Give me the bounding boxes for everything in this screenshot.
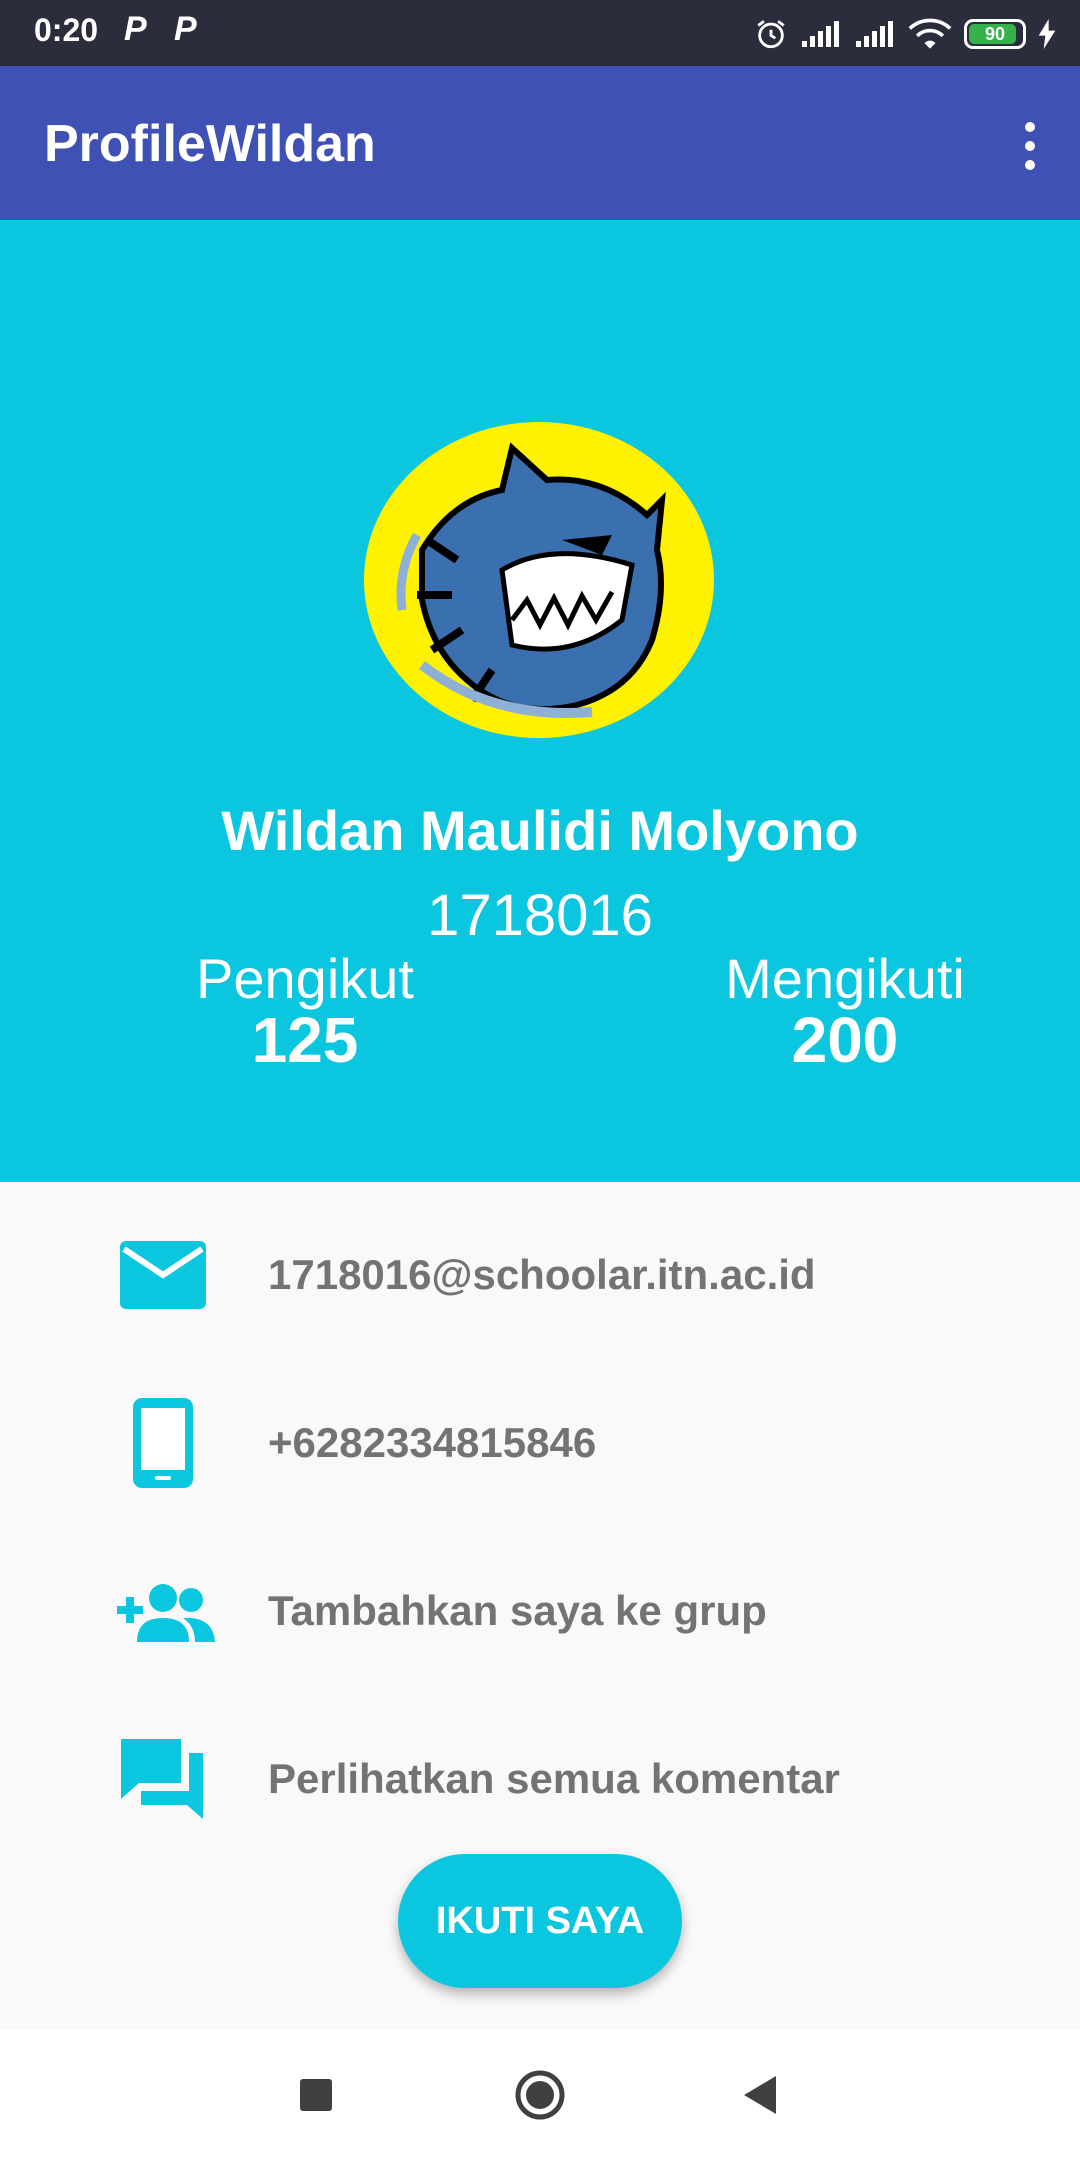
- phone-text: +6282334815846: [268, 1419, 597, 1466]
- wifi-icon: [908, 18, 952, 49]
- signal-icon: [856, 21, 893, 47]
- follow-button[interactable]: IKUTI SAYA: [398, 1854, 682, 1988]
- app-title: ProfileWildan: [44, 115, 376, 173]
- notification-p-icon: P: [174, 10, 197, 48]
- add-to-group-text: Tambahkan saya ke grup: [268, 1587, 767, 1634]
- comments-text: Perlihatkan semua komentar: [268, 1755, 840, 1802]
- group-add-icon: [110, 1556, 220, 1666]
- navigation-bar: [0, 2030, 1080, 2160]
- back-icon[interactable]: [725, 2060, 795, 2130]
- app-bar: ProfileWildan: [0, 66, 1080, 220]
- email-icon: [108, 1220, 218, 1330]
- following-stat[interactable]: Mengikuti 200: [700, 946, 990, 1077]
- add-to-group-row[interactable]: Tambahkan saya ke grup: [0, 1527, 1080, 1695]
- comments-row[interactable]: Perlihatkan semua komentar: [0, 1695, 1080, 1863]
- more-vert-icon[interactable]: [1010, 116, 1050, 176]
- phone-icon: [108, 1388, 218, 1498]
- alarm-icon: [757, 20, 785, 49]
- status-bar: 0:20 P P 90: [0, 0, 1080, 66]
- status-icons: 90: [754, 12, 1056, 56]
- status-time: 0:20: [34, 12, 99, 48]
- followers-count: 125: [251, 1004, 359, 1076]
- home-icon[interactable]: [505, 2060, 575, 2130]
- email-row[interactable]: 1718016@schoolar.itn.ac.id: [0, 1191, 1080, 1359]
- battery-icon: 90: [964, 19, 1026, 49]
- avatar: [364, 422, 714, 738]
- notification-p-icon: P: [124, 10, 147, 48]
- profile-header: Wildan Maulidi Molyono 1718016 Pengikut …: [0, 220, 1080, 1182]
- comments-icon: [108, 1724, 218, 1834]
- signal-icon: [802, 21, 839, 47]
- recents-icon[interactable]: [281, 2060, 351, 2130]
- following-count: 200: [791, 1004, 899, 1076]
- profile-nim: 1718016: [427, 883, 653, 948]
- profile-name: Wildan Maulidi Molyono: [221, 799, 859, 862]
- followers-stat[interactable]: Pengikut 125: [190, 946, 420, 1077]
- charging-icon: [1038, 19, 1056, 49]
- email-text: 1718016@schoolar.itn.ac.id: [268, 1251, 816, 1298]
- followers-label: Pengikut: [196, 947, 414, 1010]
- battery-level: 90: [984, 24, 1006, 44]
- following-label: Mengikuti: [725, 947, 965, 1010]
- phone-row[interactable]: +6282334815846: [0, 1359, 1080, 1527]
